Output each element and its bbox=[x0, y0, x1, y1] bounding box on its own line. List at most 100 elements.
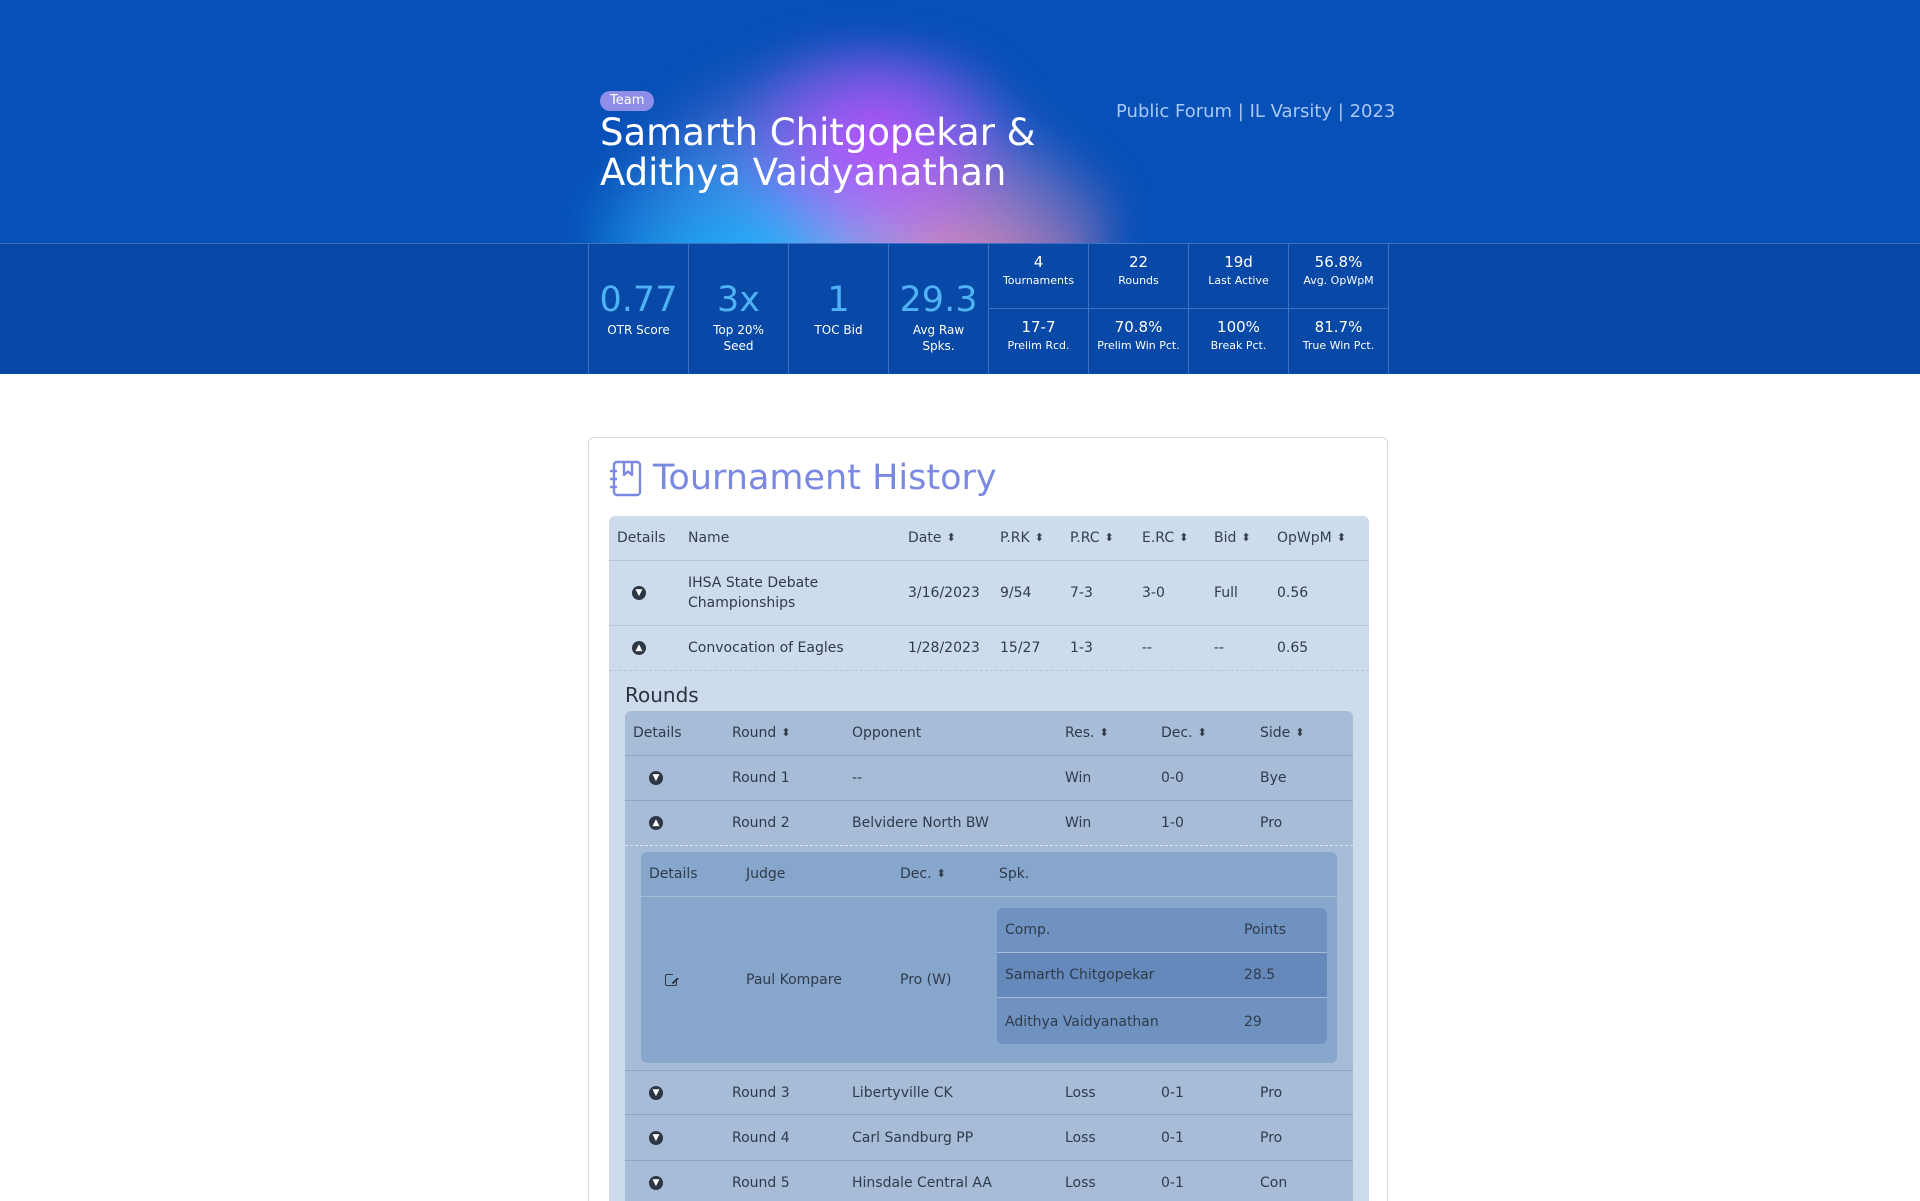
table-row[interactable]: ▼ IHSA State Debate Championships 3/16/2… bbox=[609, 561, 1369, 626]
team-name: Samarth Chitgopekar & Adithya Vaidyanath… bbox=[600, 111, 1036, 194]
sort-icon[interactable]: ⬍ bbox=[1105, 532, 1114, 543]
column-header-comp: Comp. bbox=[1005, 922, 1051, 938]
column-header-erc[interactable]: E.RC ⬍ bbox=[1142, 516, 1188, 560]
stat-break-pct: 100% Break Pct. bbox=[1188, 309, 1288, 374]
rounds-table: Details Round ⬍ Opponent Res. ⬍ Dec. ⬍ Side… bbox=[625, 711, 1353, 1201]
column-header-prk[interactable]: P.RK ⬍ bbox=[1000, 516, 1044, 560]
tournament-name: IHSA State Debate Championships bbox=[688, 575, 819, 611]
stat-otr-score: 0.77 OTR Score bbox=[588, 244, 688, 374]
stat-top-seed: 3x Top 20% Seed bbox=[688, 244, 788, 374]
stat-value: 4 bbox=[1033, 253, 1044, 271]
stat-avg-speaks: 29.3 Avg Raw Spks. bbox=[888, 244, 988, 374]
table-row: Samarth Chitgopekar 28.5 bbox=[997, 953, 1327, 998]
round-decision: 0-1 bbox=[1161, 1175, 1184, 1191]
external-link-icon[interactable] bbox=[665, 972, 679, 986]
round-name: Round 3 bbox=[732, 1084, 790, 1101]
column-header-res[interactable]: Res. ⬍ bbox=[1065, 711, 1109, 755]
tournament-opwpm: 0.65 bbox=[1277, 640, 1309, 656]
column-header-dec[interactable]: Dec. ⬍ bbox=[1161, 711, 1207, 755]
round-result: Loss bbox=[1065, 1175, 1096, 1191]
column-header-spk: Spk. bbox=[999, 866, 1030, 882]
expand-button[interactable]: ▼ bbox=[649, 1161, 663, 1201]
sort-icon[interactable]: ⬍ bbox=[946, 532, 955, 543]
stat-label: Prelim Rcd. bbox=[1007, 339, 1070, 352]
table-row[interactable]: ▲ Convocation of Eagles 1/28/2023 15/27 … bbox=[609, 626, 1369, 671]
round-opponent: Hinsdale Central AA bbox=[852, 1175, 992, 1191]
expand-button[interactable]: ▼ bbox=[649, 1116, 663, 1160]
column-header-opwpm[interactable]: OpWpM ⬍ bbox=[1277, 516, 1346, 560]
collapse-button[interactable]: ▲ bbox=[632, 626, 646, 670]
table-header: Details Round ⬍ Opponent Res. ⬍ Dec. ⬍ Side… bbox=[625, 711, 1353, 756]
stat-label: Tournaments bbox=[1002, 274, 1075, 287]
round-result: Loss bbox=[1065, 1084, 1096, 1101]
sort-icon[interactable]: ⬍ bbox=[1179, 532, 1188, 543]
table-header: Comp. Points bbox=[997, 908, 1327, 953]
round-opponent: -- bbox=[852, 770, 863, 786]
column-header-judge: Judge bbox=[746, 866, 786, 882]
sort-icon[interactable]: ⬍ bbox=[1198, 727, 1207, 738]
expand-button[interactable]: ▼ bbox=[632, 561, 646, 625]
column-label: Bid bbox=[1214, 530, 1237, 546]
tournament-bid: -- bbox=[1214, 640, 1225, 656]
round-side: Pro bbox=[1260, 1130, 1283, 1146]
expand-button[interactable]: ▼ bbox=[649, 756, 663, 800]
sort-icon[interactable]: ⬍ bbox=[1295, 727, 1304, 738]
stat-label: True Win Pct. bbox=[1302, 339, 1375, 352]
column-label: OpWpM bbox=[1277, 530, 1332, 546]
team-meta: Public Forum | IL Varsity | 2023 bbox=[1116, 101, 1396, 122]
column-header-round[interactable]: Round ⬍ bbox=[732, 711, 791, 755]
column-header-dec[interactable]: Dec. ⬍ bbox=[900, 852, 946, 896]
collapse-button[interactable]: ▲ bbox=[649, 801, 663, 845]
round-decision: 0-1 bbox=[1161, 1084, 1184, 1101]
judge-link-button[interactable] bbox=[665, 897, 679, 1063]
table-row[interactable]: ▼ Round 4 Carl Sandburg PP Loss 0-1 Pro bbox=[625, 1116, 1353, 1161]
speaker-name: Adithya Vaidyanathan bbox=[1005, 1013, 1159, 1030]
chevron-down-icon[interactable]: ▼ bbox=[649, 1085, 663, 1100]
round-decision: 0-1 bbox=[1161, 1130, 1184, 1146]
tournament-erc: 3-0 bbox=[1142, 585, 1165, 601]
stats-bar: 0.77 OTR Score 3x Top 20% Seed 1 TOC Bid… bbox=[0, 243, 1920, 374]
tournament-table: Details Name Date ⬍ P.RK ⬍ P.RC ⬍ E.RC ⬍ Bid… bbox=[609, 516, 1369, 1201]
stat-prelim-win-pct: 70.8% Prelim Win Pct. bbox=[1088, 309, 1188, 374]
chevron-down-icon[interactable]: ▼ bbox=[649, 1176, 663, 1190]
round-opponent: Libertyville CK bbox=[852, 1084, 953, 1101]
round-decision: 0-0 bbox=[1161, 770, 1184, 786]
sort-icon[interactable]: ⬍ bbox=[781, 727, 790, 738]
table-row[interactable]: ▼ Round 3 Libertyville CK Loss 0-1 Pro bbox=[625, 1070, 1353, 1115]
table-row[interactable]: ▲ Round 2 Belvidere North BW Win 1-0 Pro bbox=[625, 801, 1353, 846]
column-header-bid[interactable]: Bid ⬍ bbox=[1214, 516, 1251, 560]
judge-decision: Pro (W) bbox=[900, 972, 952, 988]
stat-value: 17-7 bbox=[1021, 318, 1056, 336]
expand-button[interactable]: ▼ bbox=[649, 1071, 663, 1114]
hero-banner: Team Samarth Chitgopekar & Adithya Vaidy… bbox=[0, 0, 1920, 243]
round-opponent: Belvidere North BW bbox=[852, 815, 989, 831]
table-row[interactable]: ▼ Round 5 Hinsdale Central AA Loss 0-1 C… bbox=[625, 1161, 1353, 1201]
sort-icon[interactable]: ⬍ bbox=[1099, 727, 1108, 738]
round-result: Win bbox=[1065, 770, 1092, 786]
round-opponent: Carl Sandburg PP bbox=[852, 1130, 974, 1146]
sort-icon[interactable]: ⬍ bbox=[1035, 532, 1044, 543]
sort-icon[interactable]: ⬍ bbox=[1337, 532, 1346, 543]
column-label: Date bbox=[908, 530, 942, 546]
column-header-details: Details bbox=[649, 866, 698, 882]
stat-label: Avg Raw Spks. bbox=[912, 323, 965, 353]
stat-last-active: 19d Last Active bbox=[1188, 244, 1288, 309]
chevron-down-icon[interactable]: ▼ bbox=[649, 1131, 663, 1145]
chevron-down-icon[interactable]: ▼ bbox=[632, 586, 646, 600]
chevron-up-icon[interactable]: ▲ bbox=[649, 816, 663, 830]
sort-icon[interactable]: ⬍ bbox=[1241, 532, 1250, 543]
section-title: Tournament History bbox=[653, 458, 997, 498]
column-header-points: Points bbox=[1244, 922, 1287, 938]
column-label: E.RC bbox=[1142, 530, 1175, 546]
round-name: Round 4 bbox=[732, 1130, 790, 1146]
table-row[interactable]: ▼ Round 1 -- Win 0-0 Bye bbox=[625, 756, 1353, 801]
column-header-date[interactable]: Date ⬍ bbox=[908, 516, 956, 560]
chevron-down-icon[interactable]: ▼ bbox=[649, 771, 663, 785]
column-label: P.RK bbox=[1000, 530, 1030, 546]
sort-icon[interactable]: ⬍ bbox=[937, 868, 946, 879]
column-header-prc[interactable]: P.RC ⬍ bbox=[1070, 516, 1114, 560]
chevron-up-icon[interactable]: ▲ bbox=[632, 641, 646, 655]
stat-label: Prelim Win Pct. bbox=[1097, 339, 1180, 352]
column-header-side[interactable]: Side ⬍ bbox=[1260, 711, 1305, 755]
stat-value: 70.8% bbox=[1114, 318, 1163, 336]
